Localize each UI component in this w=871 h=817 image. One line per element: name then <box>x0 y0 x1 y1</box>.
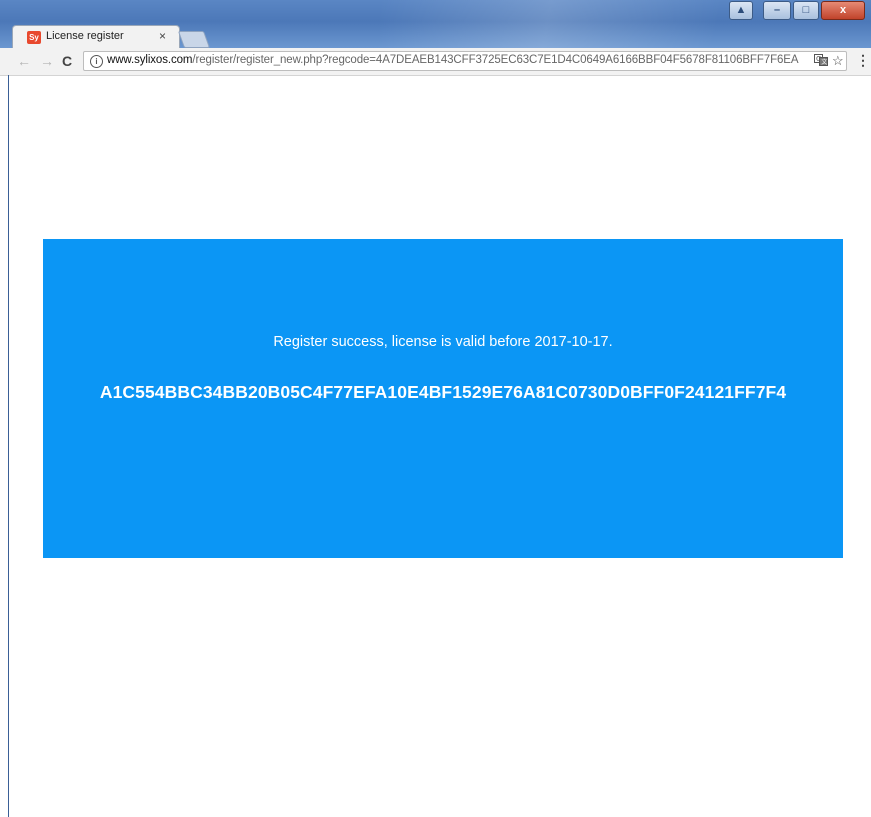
url-text[interactable]: www.sylixos.com/register/register_new.ph… <box>107 54 807 66</box>
address-bar[interactable]: i www.sylixos.com/register/register_new.… <box>83 51 847 71</box>
window-left-border <box>8 75 9 817</box>
url-path: /register/register_new.php?regcode=4A7DE… <box>192 54 799 66</box>
site-favicon-icon: Sy <box>27 31 41 44</box>
window-controls: ▲ – □ x <box>729 1 865 20</box>
back-arrow-icon[interactable]: ← <box>17 52 31 70</box>
tab-close-icon[interactable]: × <box>159 29 166 43</box>
browser-tab[interactable]: Sy License register × <box>12 25 180 48</box>
forward-arrow-icon[interactable]: → <box>40 52 54 70</box>
url-host: www.sylixos.com <box>107 54 193 66</box>
tab-title: License register <box>46 30 124 42</box>
close-window-button[interactable]: x <box>821 1 865 20</box>
register-result-panel: Register success, license is valid befor… <box>43 239 843 558</box>
menu-icon[interactable]: ⋮ <box>856 52 870 69</box>
minimize-button[interactable]: – <box>763 1 791 20</box>
new-tab-button[interactable] <box>177 31 211 48</box>
translate-icon[interactable]: G文 <box>814 54 828 69</box>
maximize-button[interactable]: □ <box>793 1 819 20</box>
reload-icon[interactable]: C <box>62 52 72 70</box>
window-pin-icon[interactable]: ▲ <box>729 1 753 20</box>
browser-toolbar: ← → C i www.sylixos.com/register/registe… <box>0 48 871 76</box>
success-message: Register success, license is valid befor… <box>273 334 613 350</box>
star-icon[interactable]: ☆ <box>832 53 844 69</box>
svg-text:文: 文 <box>821 58 827 66</box>
license-code: A1C554BBC34BB20B05C4F77EFA10E4BF1529E76A… <box>99 382 787 402</box>
window-titlebar: Sy License register × ▲ – □ x <box>0 0 871 48</box>
site-info-icon[interactable]: i <box>90 55 103 68</box>
